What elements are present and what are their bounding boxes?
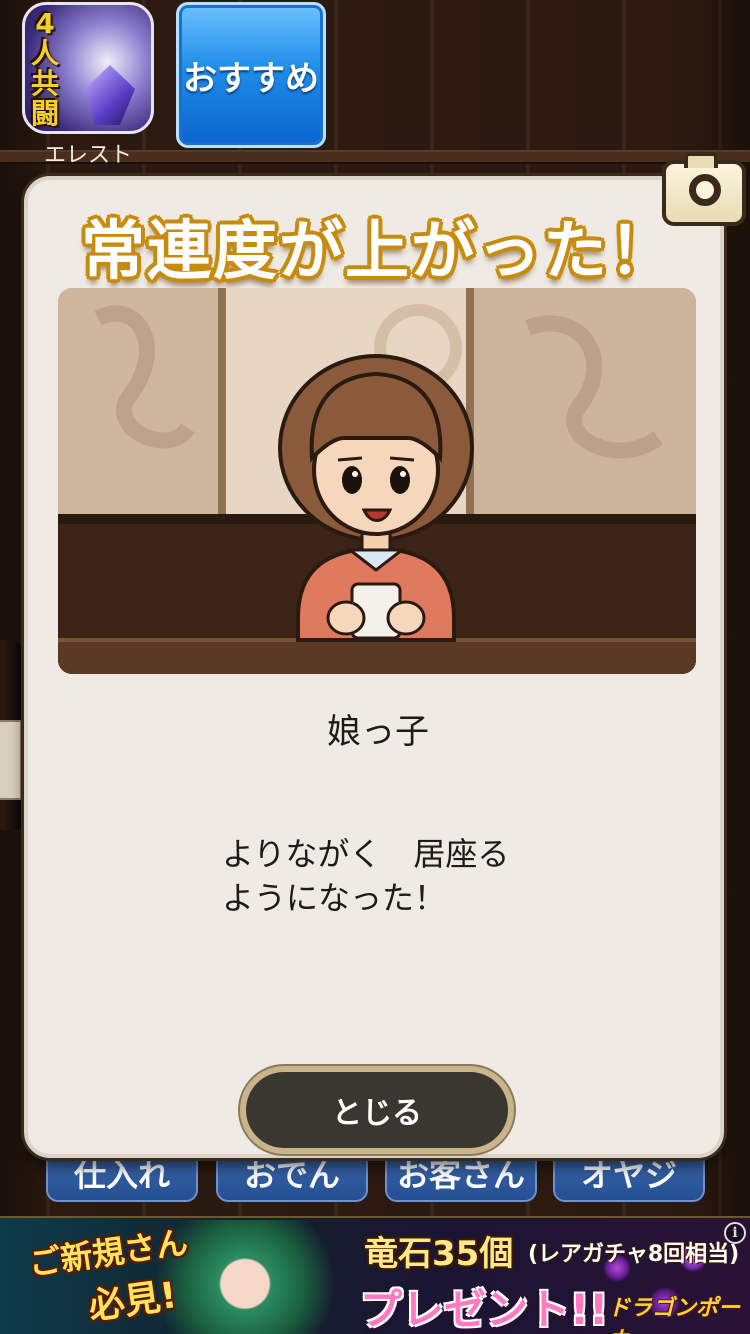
- dialog-message: よりながく 居座る ようになった！: [222, 832, 642, 920]
- info-icon[interactable]: i: [724, 1222, 746, 1244]
- message-line-1: よりながく 居座る: [222, 835, 510, 873]
- app-icon-badge: 4人共闘: [30, 7, 59, 130]
- ad-game-logo: ドラゴンポーカー: [608, 1296, 741, 1334]
- message-line-2: ようになった！: [222, 879, 447, 917]
- crystal-icon: [85, 65, 135, 125]
- character-portrait: [58, 288, 696, 674]
- regular-level-up-dialog: 常連度が上がった！ 娘っ子 よりながく 居座る ようになった！ とじる: [24, 176, 724, 1158]
- ad-headline-sub: (レアガチャ8回相当): [528, 1242, 740, 1267]
- camera-icon[interactable]: [662, 152, 746, 226]
- dialog-title: 常連度が上がった！: [28, 200, 728, 292]
- app-icon-shortcut[interactable]: 4人共闘 i: [22, 2, 154, 134]
- ad-banner[interactable]: ご新規さん 必見! 竜石35個 (レアガチャ8回相当) プレゼント!! ドラゴン…: [0, 1216, 750, 1334]
- close-button[interactable]: とじる: [246, 1072, 508, 1148]
- recommend-button[interactable]: おすすめ: [176, 2, 326, 148]
- camera-lens: [689, 174, 721, 206]
- ad-present-text: プレゼント!!: [360, 1285, 609, 1334]
- app-icon-label: エレスト: [43, 143, 132, 168]
- sake-bottle-label: [0, 720, 22, 800]
- character-name: 娘っ子: [327, 712, 429, 752]
- ad-headline: 竜石35個: [364, 1234, 514, 1274]
